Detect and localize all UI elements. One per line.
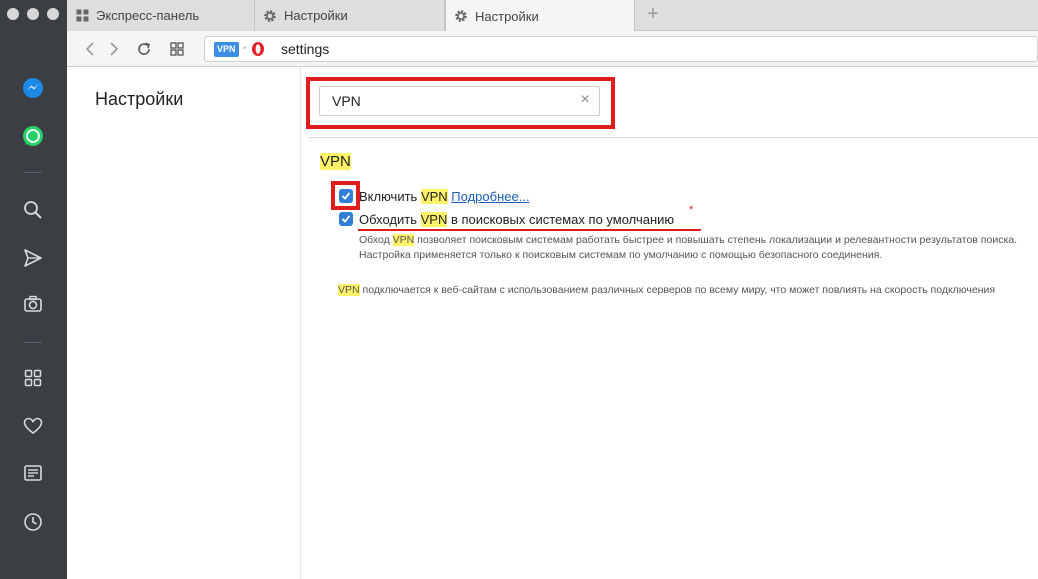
- section-title-text: VPN: [320, 153, 351, 170]
- new-tab-button[interactable]: +: [642, 4, 664, 26]
- url-field[interactable]: VPN • settings: [204, 36, 1038, 62]
- sidebar-separator: [24, 172, 42, 173]
- news-icon[interactable]: [19, 459, 47, 487]
- vpn-note: VPN подключается к веб-сайтам с использо…: [338, 283, 1018, 298]
- vpn-highlight: VPN: [392, 234, 415, 246]
- separator-dot-icon: •: [243, 43, 247, 53]
- reload-button[interactable]: [134, 39, 154, 59]
- clock-icon[interactable]: [19, 508, 47, 536]
- bypass-vpn-label: Обходить VPN в поисковых системах по умо…: [359, 212, 674, 227]
- bypass-vpn-description: Обход VPN позволяет поисковым системам р…: [359, 233, 1019, 263]
- tab-strip: Экспресс-панель Настройки Настройки +: [67, 0, 1038, 32]
- settings-content: × VPN Включить VPN Подробнее... Обходить…: [302, 67, 1038, 579]
- window-close-button[interactable]: [7, 8, 19, 20]
- vpn-highlight: VPN: [338, 284, 360, 296]
- checkmark-icon: [341, 192, 351, 200]
- bypass-vpn-label-pre: Обходить: [359, 212, 421, 227]
- learn-more-link[interactable]: Подробнее...: [451, 189, 529, 204]
- window-minimize-button[interactable]: [27, 8, 39, 20]
- back-button[interactable]: [80, 39, 100, 59]
- grid-icon[interactable]: [19, 364, 47, 392]
- tab-express-panel[interactable]: Экспресс-панель: [67, 0, 255, 31]
- vpn-badge[interactable]: VPN: [214, 42, 239, 57]
- vpn-highlight: VPN: [420, 189, 448, 204]
- vpn-note-text: подключается к веб-сайтам с использовани…: [359, 284, 996, 296]
- vpn-highlight: VPN: [420, 212, 448, 227]
- tab-label: Экспресс-панель: [96, 8, 200, 23]
- tab-overview-button[interactable]: [167, 39, 187, 59]
- red-underline-annotation: [358, 229, 701, 231]
- bypass-vpn-checkbox[interactable]: [339, 212, 353, 226]
- sidebar-separator: [24, 342, 42, 343]
- search-icon[interactable]: [19, 196, 47, 224]
- checkmark-icon: [341, 215, 351, 223]
- settings-title: Настройки: [95, 89, 184, 109]
- enable-vpn-checkbox[interactable]: [339, 189, 353, 203]
- forward-button[interactable]: [104, 39, 124, 59]
- red-asterisk-annotation: *: [689, 204, 694, 216]
- window-zoom-button[interactable]: [47, 8, 59, 20]
- send-icon[interactable]: [19, 244, 47, 272]
- settings-search-box: ×: [319, 86, 600, 116]
- enable-vpn-label: Включить VPN Подробнее...: [359, 189, 530, 204]
- tab-settings[interactable]: Настройки: [255, 0, 445, 31]
- settings-search-input[interactable]: [320, 87, 570, 115]
- messenger-icon[interactable]: [19, 74, 47, 102]
- opera-logo-icon: [251, 41, 265, 57]
- desc-pre: Обход: [359, 234, 393, 246]
- gear-icon: [263, 9, 277, 23]
- enable-vpn-label-text: Включить: [359, 189, 421, 204]
- url-text: settings: [281, 41, 330, 57]
- clear-search-icon[interactable]: ×: [577, 92, 593, 108]
- camera-icon[interactable]: [19, 290, 47, 318]
- heart-icon[interactable]: [19, 412, 47, 440]
- bypass-vpn-label-post: в поисковых системах по умолчанию: [447, 212, 675, 227]
- section-title: VPN: [320, 153, 351, 170]
- tab-label: Настройки: [284, 8, 348, 23]
- tab-label: Настройки: [475, 8, 539, 24]
- settings-sidebar: Настройки: [67, 67, 301, 579]
- grid-icon: [75, 9, 89, 23]
- desc-post: позволяет поисковым системам работать бы…: [359, 234, 1018, 261]
- address-bar-row: VPN • settings: [67, 31, 1038, 67]
- divider: [308, 137, 1038, 138]
- opera-sidebar: [0, 0, 67, 579]
- whatsapp-icon[interactable]: [19, 122, 47, 150]
- tab-settings-active[interactable]: Настройки: [445, 0, 635, 32]
- gear-icon: [454, 9, 468, 23]
